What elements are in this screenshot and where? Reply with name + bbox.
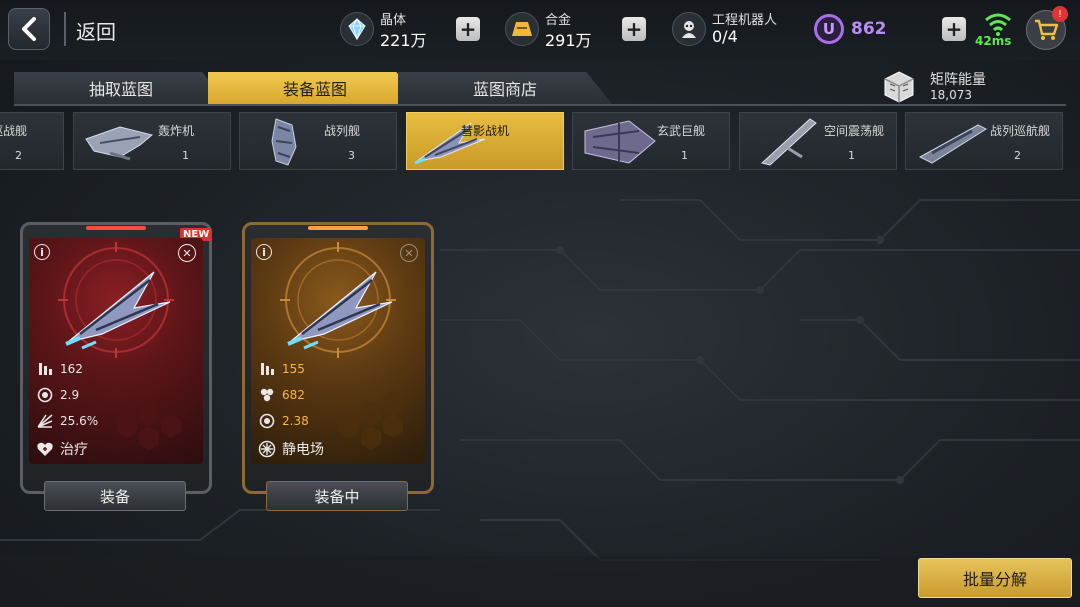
blueprint-card-equipped[interactable]: i ✕ 155 682 2.38 静电场 装备中 xyxy=(242,222,434,511)
skill-row: 治疗 xyxy=(36,440,88,458)
stat-row: 162 xyxy=(36,360,83,378)
battlecruiser-icon xyxy=(918,124,988,164)
ship-name: 玄武巨舰 xyxy=(657,124,706,138)
stat-row: 2.9 xyxy=(36,386,79,404)
ship-count: 2 xyxy=(15,149,22,162)
ship-item-battlecruiser[interactable]: 战列巡航舰 2 xyxy=(905,112,1063,170)
notification-badge: ! xyxy=(1052,6,1068,22)
ship-item-destroyer[interactable]: 驱战舰 2 xyxy=(0,112,64,170)
close-icon[interactable]: ✕ xyxy=(400,244,418,262)
static-field-icon xyxy=(258,440,276,458)
ship-name: 轰炸机 xyxy=(158,124,195,138)
ship-item-xuanwu[interactable]: 玄武巨舰 1 xyxy=(572,112,730,170)
blueprint-card[interactable]: NEW i ✕ 162 2.9 25.6% 治疗 装备 xyxy=(20,222,213,511)
ship-count: 1 xyxy=(848,149,855,162)
stat-value: 2.9 xyxy=(60,388,80,402)
close-icon[interactable]: ✕ xyxy=(178,244,196,262)
stat-value: 25.6% xyxy=(60,414,99,428)
card-glow xyxy=(86,226,146,230)
skill-label: 治疗 xyxy=(60,442,88,458)
add-u-currency-button[interactable]: + xyxy=(942,17,966,41)
crystal-label: 晶体 xyxy=(380,13,407,28)
matrix-energy-label: 矩阵能量 xyxy=(930,72,986,88)
stat-row: 2.38 xyxy=(258,412,309,430)
stat-row: 155 xyxy=(258,360,305,378)
equip-button[interactable]: 装备 xyxy=(44,481,186,511)
info-icon[interactable]: i xyxy=(34,244,50,260)
ship-item-bomber[interactable]: 轰炸机 1 xyxy=(73,112,231,170)
ship-type-selector: 驱战舰 2 轰炸机 1 战列舰 3 彗影战机 玄武巨舰 1 xyxy=(0,112,1080,170)
robot-icon xyxy=(672,12,706,46)
info-icon[interactable]: i xyxy=(256,244,272,260)
ship-count: 1 xyxy=(182,149,189,162)
add-crystal-button[interactable]: + xyxy=(456,17,480,41)
tab-draw-blueprint[interactable]: 抽取蓝图 xyxy=(14,72,228,104)
back-label[interactable]: 返回 xyxy=(76,16,116,45)
u-currency-value: 862 xyxy=(851,19,887,39)
bomber-ship-icon xyxy=(85,126,154,161)
space-shock-ship-icon xyxy=(760,118,817,166)
ship-item-space-shock[interactable]: 空间震荡舰 1 xyxy=(739,112,897,170)
add-alloy-button[interactable]: + xyxy=(622,17,646,41)
ship-count: 3 xyxy=(348,149,355,162)
matrix-energy-icon xyxy=(884,71,914,103)
ship-item-comet-fighter[interactable]: 彗影战机 xyxy=(406,112,564,170)
crystal-icon xyxy=(340,12,374,46)
ping-value: 42ms xyxy=(975,34,1012,48)
ammo-icon xyxy=(36,360,54,378)
skill-label: 静电场 xyxy=(282,442,324,458)
robot-value: 0/4 xyxy=(712,27,738,46)
ship-count: 2 xyxy=(1014,149,1021,162)
ship-name: 驱战舰 xyxy=(0,124,28,138)
equipped-button[interactable]: 装备中 xyxy=(266,481,408,511)
matrix-energy-value: 18,073 xyxy=(930,88,972,102)
xuanwu-ship-icon xyxy=(584,120,656,164)
robot-label: 工程机器人 xyxy=(712,13,778,28)
rate-icon xyxy=(36,386,54,404)
cart-icon xyxy=(1035,19,1059,40)
ship-count: 1 xyxy=(681,149,688,162)
ship-name: 战列巡航舰 xyxy=(990,124,1051,138)
alloy-value: 291万 xyxy=(545,31,592,50)
battleship-icon xyxy=(271,118,297,166)
stat-row: 682 xyxy=(258,386,305,404)
u-currency-icon: U xyxy=(814,14,844,44)
stat-value: 155 xyxy=(282,362,305,376)
heal-icon xyxy=(36,440,54,458)
rate-icon xyxy=(258,412,276,430)
skill-row: 静电场 xyxy=(258,440,324,458)
ship-item-battleship[interactable]: 战列舰 3 xyxy=(239,112,397,170)
crystal-value: 221万 xyxy=(380,31,427,50)
divider xyxy=(64,12,66,46)
alloy-label: 合金 xyxy=(545,13,572,28)
comet-fighter-image xyxy=(287,271,393,350)
comet-fighter-image xyxy=(65,271,171,350)
ship-name: 彗影战机 xyxy=(461,124,510,138)
back-button[interactable] xyxy=(8,8,50,50)
stat-value: 2.38 xyxy=(282,414,309,428)
tabs-underline xyxy=(14,104,1066,106)
spread-icon xyxy=(36,412,54,430)
ship-name: 战列舰 xyxy=(324,124,361,138)
hex-icon xyxy=(258,386,276,404)
chevron-left-icon xyxy=(22,17,36,41)
stat-value: 162 xyxy=(60,362,83,376)
alloy-icon xyxy=(505,12,539,46)
top-bar: 返回 晶体 221万 + 合金 291万 + 工程机器人 0/4 U 862 +… xyxy=(0,0,1080,60)
tab-equip-blueprint[interactable]: 装备蓝图 xyxy=(208,72,422,104)
stat-value: 682 xyxy=(282,388,305,402)
tab-blueprint-shop[interactable]: 蓝图商店 xyxy=(398,72,612,104)
card-glow xyxy=(308,226,368,230)
stat-row: 25.6% xyxy=(36,412,98,430)
ship-name: 空间震荡舰 xyxy=(824,124,885,138)
bulk-dismantle-button[interactable]: 批量分解 xyxy=(918,558,1072,598)
ammo-icon xyxy=(258,360,276,378)
